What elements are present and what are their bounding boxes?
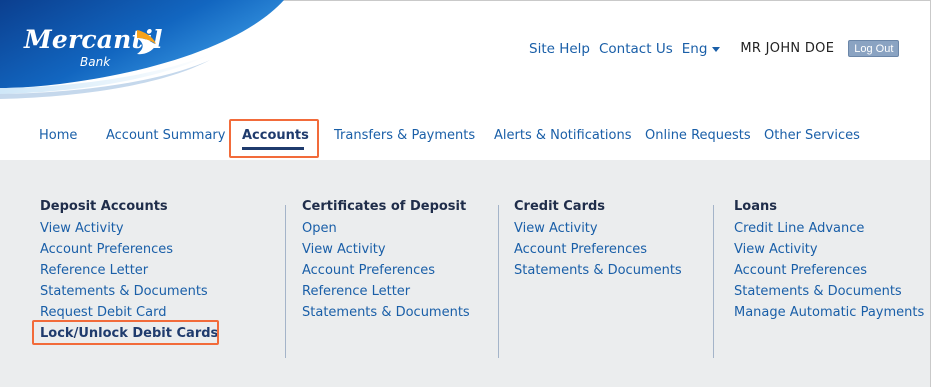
lock-unlock-highlight-box — [32, 320, 219, 345]
menu-column-credit-cards: Credit Cards View Activity Account Prefe… — [514, 198, 682, 281]
menu-column-loans: Loans Credit Line Advance View Activity … — [734, 198, 924, 323]
menu-divider — [713, 205, 714, 358]
header-utility-links: Site Help Contact Us Eng MR JOHN DOE Log… — [529, 40, 900, 57]
deposit-accounts-heading: Deposit Accounts — [40, 199, 168, 214]
accounts-highlight-box — [229, 119, 319, 158]
contact-us-link[interactable]: Contact Us — [599, 41, 673, 57]
cd-account-preferences-link[interactable]: Account Preferences — [302, 260, 470, 281]
cd-reference-letter-link[interactable]: Reference Letter — [302, 281, 470, 302]
certificates-of-deposit-heading: Certificates of Deposit — [302, 199, 467, 214]
deposit-view-activity-link[interactable]: View Activity — [40, 218, 218, 239]
menu-divider — [285, 205, 286, 358]
nav-online-requests[interactable]: Online Requests — [645, 128, 751, 143]
nav-transfers-payments[interactable]: Transfers & Payments — [334, 128, 475, 143]
logo-subtitle: Bank — [80, 55, 111, 69]
loan-view-activity-link[interactable]: View Activity — [734, 239, 924, 260]
nav-alerts-notifications[interactable]: Alerts & Notifications — [494, 128, 631, 143]
manage-automatic-payments-link[interactable]: Manage Automatic Payments — [734, 302, 924, 323]
cd-statements-documents-link[interactable]: Statements & Documents — [302, 302, 470, 323]
credit-cards-heading: Credit Cards — [514, 199, 606, 214]
loan-account-preferences-link[interactable]: Account Preferences — [734, 260, 924, 281]
deposit-statements-documents-link[interactable]: Statements & Documents — [40, 281, 218, 302]
cc-statements-documents-link[interactable]: Statements & Documents — [514, 260, 682, 281]
logo[interactable]: Mercantil Bank — [0, 0, 300, 100]
deposit-reference-letter-link[interactable]: Reference Letter — [40, 260, 218, 281]
menu-column-cds: Certificates of Deposit Open View Activi… — [302, 198, 470, 323]
chevron-down-icon — [712, 47, 721, 52]
cc-view-activity-link[interactable]: View Activity — [514, 218, 682, 239]
nav-other-services[interactable]: Other Services — [764, 128, 860, 143]
nav-account-summary[interactable]: Account Summary — [106, 128, 225, 143]
deposit-account-preferences-link[interactable]: Account Preferences — [40, 239, 218, 260]
loans-heading: Loans — [734, 199, 777, 214]
user-name: MR JOHN DOE — [740, 41, 835, 56]
language-dropdown[interactable]: Eng — [682, 41, 721, 57]
cc-account-preferences-link[interactable]: Account Preferences — [514, 239, 682, 260]
site-help-link[interactable]: Site Help — [529, 41, 590, 57]
page: Mercantil Bank Site Help Contact Us Eng … — [0, 0, 931, 387]
logout-button[interactable]: Log Out — [848, 40, 900, 57]
main-nav: Home Account Summary Accounts Transfers … — [0, 122, 931, 152]
logo-mark-icon — [137, 30, 156, 55]
credit-line-advance-link[interactable]: Credit Line Advance — [734, 218, 924, 239]
cd-open-link[interactable]: Open — [302, 218, 470, 239]
language-label: Eng — [681, 40, 708, 57]
loan-statements-documents-link[interactable]: Statements & Documents — [734, 281, 924, 302]
menu-divider — [498, 205, 499, 358]
cd-view-activity-link[interactable]: View Activity — [302, 239, 470, 260]
nav-home[interactable]: Home — [39, 128, 77, 143]
